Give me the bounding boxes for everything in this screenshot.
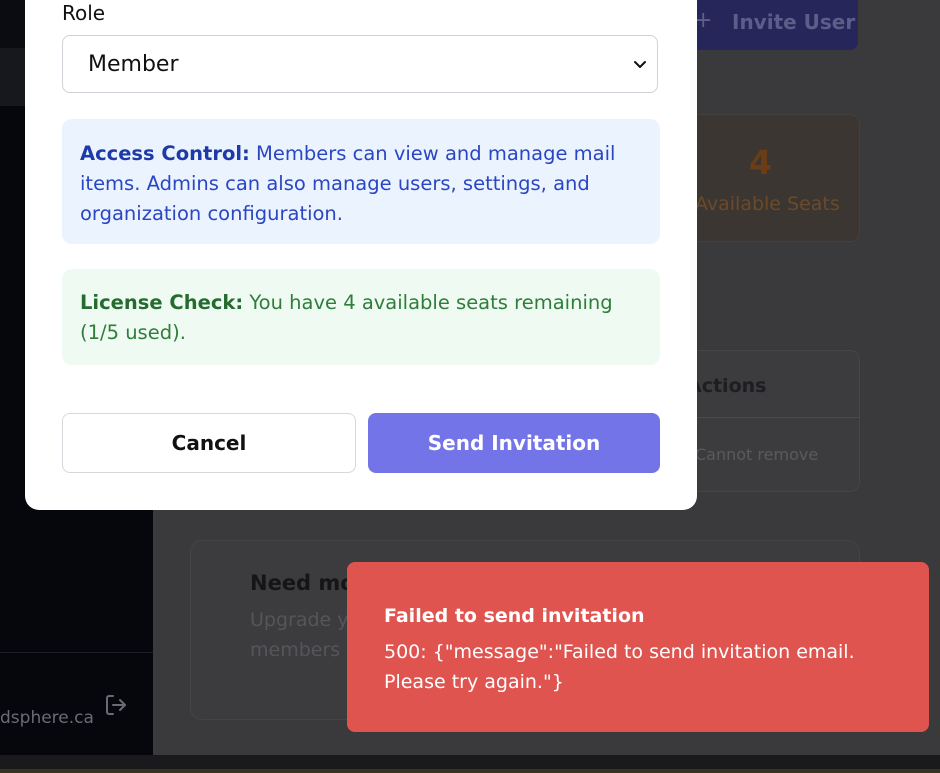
divider <box>0 769 940 773</box>
sidebar-footer-domain: dsphere.ca <box>0 708 94 728</box>
error-toast[interactable]: Failed to send invitation 500: {"message… <box>347 562 929 732</box>
taskbar-edge <box>0 755 940 773</box>
divider <box>0 652 153 653</box>
invite-user-button[interactable]: + Invite User <box>672 0 858 50</box>
role-select[interactable]: Member <box>62 35 658 93</box>
access-control-label: Access Control: <box>80 142 250 165</box>
available-seats-value: 4 <box>749 143 772 182</box>
license-check-info: License Check: You have 4 available seat… <box>62 269 660 365</box>
role-select-value: Member <box>88 52 179 77</box>
row-action-text: Cannot remove <box>695 445 819 464</box>
toast-message: 500: {"message":"Failed to send invitati… <box>384 641 855 693</box>
access-control-info: Access Control: Members can view and man… <box>62 119 660 244</box>
license-check-label: License Check: <box>80 291 244 314</box>
invite-user-label: Invite User <box>732 10 856 34</box>
logout-icon[interactable] <box>104 693 128 717</box>
send-invitation-button[interactable]: Send Invitation <box>368 413 660 473</box>
available-seats-label: Available Seats <box>695 193 840 215</box>
invite-user-modal: Role Member Access Control: Members can … <box>25 0 697 510</box>
upgrade-body: Upgrade y members <box>250 609 349 661</box>
upgrade-title: Need mo <box>250 571 355 595</box>
role-label: Role <box>62 1 106 25</box>
actions-column-header: Actions <box>687 375 767 397</box>
chevron-down-icon <box>633 56 647 70</box>
cancel-button[interactable]: Cancel <box>62 413 356 473</box>
toast-title: Failed to send invitation <box>384 605 645 627</box>
